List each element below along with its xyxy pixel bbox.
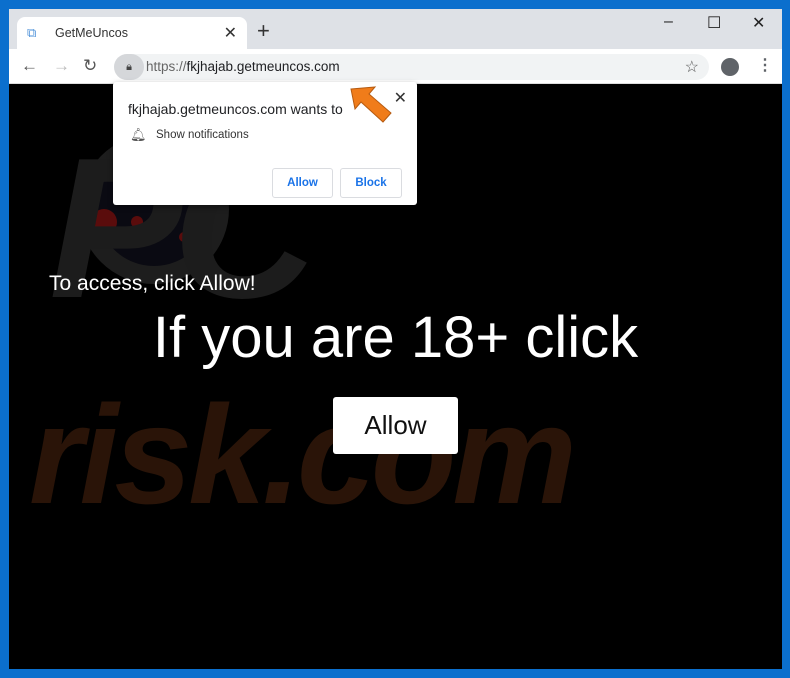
maximize-button[interactable]: ☐ (707, 13, 721, 33)
bookmark-star-icon[interactable]: ☆ (685, 57, 699, 77)
popup-close-icon[interactable]: ✕ (394, 88, 407, 108)
bell-icon: 🔔︎ (130, 127, 147, 142)
popup-heading: fkjhajab.getmeuncos.com wants to (128, 101, 343, 117)
lock-icon[interactable]: 🔒︎ (114, 54, 144, 80)
watermark-logo-bottom: risk.com (29, 376, 577, 533)
popup-allow-button[interactable]: Allow (272, 168, 333, 198)
close-window-button[interactable]: ✕ (752, 13, 765, 33)
menu-kebab-icon[interactable]: ⋮ (757, 55, 773, 75)
back-icon[interactable]: ← (21, 56, 38, 76)
tab-getmeuncos[interactable]: ⧉ GetMeUncos ✕ (17, 17, 247, 49)
page-allow-button[interactable]: Allow (333, 397, 458, 454)
reload-icon[interactable]: ↻ (83, 56, 97, 76)
new-tab-button[interactable]: + (257, 18, 270, 44)
orange-arrow-icon (350, 86, 392, 123)
url-text[interactable]: https://fkjhajab.getmeuncos.com (146, 59, 340, 74)
popup-block-button[interactable]: Block (340, 168, 402, 198)
toolbar: ← → ↻ 🔒︎ https://fkjhajab.getmeuncos.com… (9, 49, 782, 84)
tab-title: GetMeUncos (55, 26, 128, 40)
browser-window: ⧉ GetMeUncos ✕ + – ☐ ✕ ← → ↻ 🔒︎ https://… (9, 9, 782, 669)
access-instruction: To access, click Allow! (49, 272, 256, 295)
headline: If you are 18+ click (152, 305, 639, 370)
permission-text: Show notifications (156, 129, 249, 141)
forward-icon[interactable]: → (53, 56, 70, 76)
url-host: fkjhajab.getmeuncos.com (186, 59, 340, 74)
minimize-button[interactable]: – (664, 13, 673, 31)
account-icon[interactable] (721, 58, 739, 76)
tab-strip: ⧉ GetMeUncos ✕ + – ☐ ✕ (9, 9, 782, 49)
url-scheme: https:// (146, 59, 187, 74)
site-favicon-icon: ⧉ (27, 25, 37, 40)
address-bar[interactable]: 🔒︎ https://fkjhajab.getmeuncos.com ☆ (114, 54, 709, 80)
tab-close-icon[interactable]: ✕ (224, 23, 237, 43)
